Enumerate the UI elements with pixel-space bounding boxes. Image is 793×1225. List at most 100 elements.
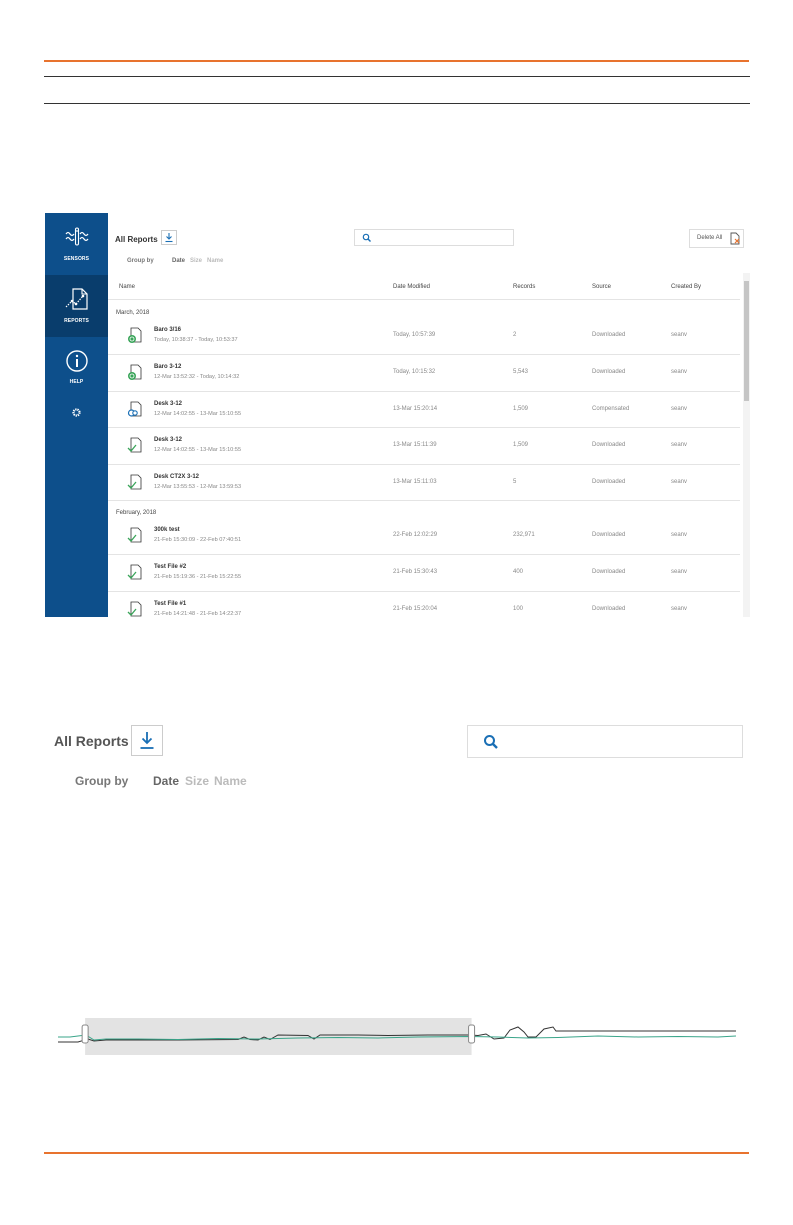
reports-panel: All Reports Delete All Group by Date Siz… [108,213,753,617]
records: 2 [513,332,517,338]
report-name: Desk CT2X 3-12 [154,474,200,480]
header-rule-bottom [44,103,750,104]
sidebar-item-label: HELP [69,379,84,385]
report-name: Test File #2 [154,564,187,570]
sidebar-item-label: SENSORS [63,256,90,262]
header-rule-top [44,76,750,77]
sidebar-item-settings[interactable] [45,405,108,425]
date-modified: Today, 10:15:32 [393,369,436,375]
report-name: Baro 3/16 [154,327,182,333]
zoom-search-input[interactable] [467,725,743,758]
table-row[interactable]: 300k test 21-Feb 15:30:09 - 22-Feb 07:40… [108,518,740,554]
report-range: 21-Feb 14:21:48 - 21-Feb 14:22:37 [154,611,242,617]
downloaded-file-icon [127,527,142,543]
table-row[interactable]: Test File #2 21-Feb 15:19:36 - 21-Feb 15… [108,555,740,591]
report-name: 300k test [154,527,180,533]
zoom-download-button[interactable] [131,725,163,756]
created-by: seanv [671,479,688,485]
download-button[interactable] [161,230,177,245]
column-header-records[interactable]: Records [513,284,535,290]
source: Downloaded [592,606,626,612]
header-accent-rule [44,60,749,62]
report-range: 21-Feb 15:19:36 - 21-Feb 15:22:55 [154,574,242,580]
column-header-source[interactable]: Source [592,284,611,290]
report-name: Desk 3-12 [154,401,183,407]
downloaded-file-icon [127,437,142,453]
table-row[interactable]: Desk CT2X 3-12 12-Mar 13:55:53 - 12-Mar … [108,465,740,501]
group-by-size[interactable]: Size [190,258,202,264]
header-divider [108,299,740,300]
source: Downloaded [592,569,626,575]
delete-file-icon [730,232,740,245]
created-by: seanv [671,442,688,448]
table-row[interactable]: Desk 3-12 12-Mar 14:02:55 - 13-Mar 15:10… [108,428,740,464]
report-range: 12-Mar 14:02:55 - 13-Mar 15:10:55 [154,447,242,453]
date-modified: 22-Feb 12:02:29 [393,532,438,538]
zoom-group-by-label: Group by [75,774,129,788]
sidebar-item-reports[interactable]: REPORTS [45,275,108,337]
table-row[interactable]: Baro 3/16 Today, 10:38:37 - Today, 10:53… [108,318,740,354]
baro-file-icon [128,364,142,380]
zoom-group-by-size[interactable]: Size [185,774,209,788]
records: 100 [513,606,524,612]
scrollbar-thumb[interactable] [744,281,749,401]
page-title: All Reports [115,235,158,244]
records: 5,543 [513,369,529,375]
column-header-date-modified[interactable]: Date Modified [393,284,430,290]
delete-all-label: Delete All [697,235,723,241]
footer-accent-rule [44,1152,749,1154]
help-icon [65,350,88,372]
range-handle-right[interactable] [468,1024,476,1044]
search-icon [362,233,371,242]
report-range: Today, 10:38:37 - Today, 10:53:37 [154,337,238,343]
created-by: seanv [671,569,688,575]
range-selection[interactable] [85,1018,472,1055]
created-by: seanv [671,532,688,538]
source: Downloaded [592,369,626,375]
created-by: seanv [671,332,688,338]
records: 400 [513,569,524,575]
group-by-date[interactable]: Date [172,258,185,264]
time-range-slider[interactable] [58,1015,737,1057]
table-scrollbar[interactable] [743,273,750,617]
records: 1,509 [513,442,529,448]
sidebar-item-help[interactable]: HELP [45,337,108,393]
downloaded-file-icon [127,601,142,617]
delete-all-button[interactable]: Delete All [689,229,744,248]
reports-icon [65,288,88,310]
group-header: March, 2018 [116,310,150,316]
report-name: Test File #1 [154,601,187,607]
compensated-file-icon [127,401,142,417]
date-modified: Today, 10:57:39 [393,332,436,338]
zoom-page-title: All Reports [54,733,129,749]
column-header-created-by[interactable]: Created By [671,284,701,290]
row-divider [108,500,740,501]
report-range: 12-Mar 13:52:32 - Today, 10:14:32 [154,374,240,380]
downloaded-file-icon [127,564,142,580]
report-name: Baro 3-12 [154,364,182,370]
download-icon [165,233,173,243]
records: 1,509 [513,406,529,412]
report-range: 12-Mar 14:02:55 - 13-Mar 15:10:55 [154,411,242,417]
date-modified: 13-Mar 15:20:14 [393,406,438,412]
zoom-group-by-name[interactable]: Name [214,774,247,788]
date-modified: 13-Mar 15:11:39 [393,442,437,448]
table-row[interactable]: Baro 3-12 12-Mar 13:52:32 - Today, 10:14… [108,355,740,391]
date-modified: 21-Feb 15:30:43 [393,569,438,575]
report-range: 21-Feb 15:30:09 - 22-Feb 07:40:51 [154,537,242,543]
group-by-name[interactable]: Name [207,258,223,264]
source: Downloaded [592,442,626,448]
table-row[interactable]: Test File #1 21-Feb 14:21:48 - 21-Feb 14… [108,592,740,617]
table-row[interactable]: Desk 3-12 12-Mar 14:02:55 - 13-Mar 15:10… [108,392,740,428]
created-by: seanv [671,606,688,612]
range-handle-left[interactable] [81,1024,89,1044]
column-header-name[interactable]: Name [119,284,135,290]
search-input[interactable] [354,229,514,246]
zoom-group-by-date[interactable]: Date [153,774,179,788]
records: 232,971 [513,532,535,538]
sidebar-item-sensors[interactable]: SENSORS [45,213,108,275]
report-name: Desk 3-12 [154,437,183,443]
report-range: 12-Mar 13:55:53 - 12-Mar 13:59:53 [154,484,242,490]
search-icon [484,735,498,749]
sidebar: SENSORS REPORTS HELP [45,213,108,617]
